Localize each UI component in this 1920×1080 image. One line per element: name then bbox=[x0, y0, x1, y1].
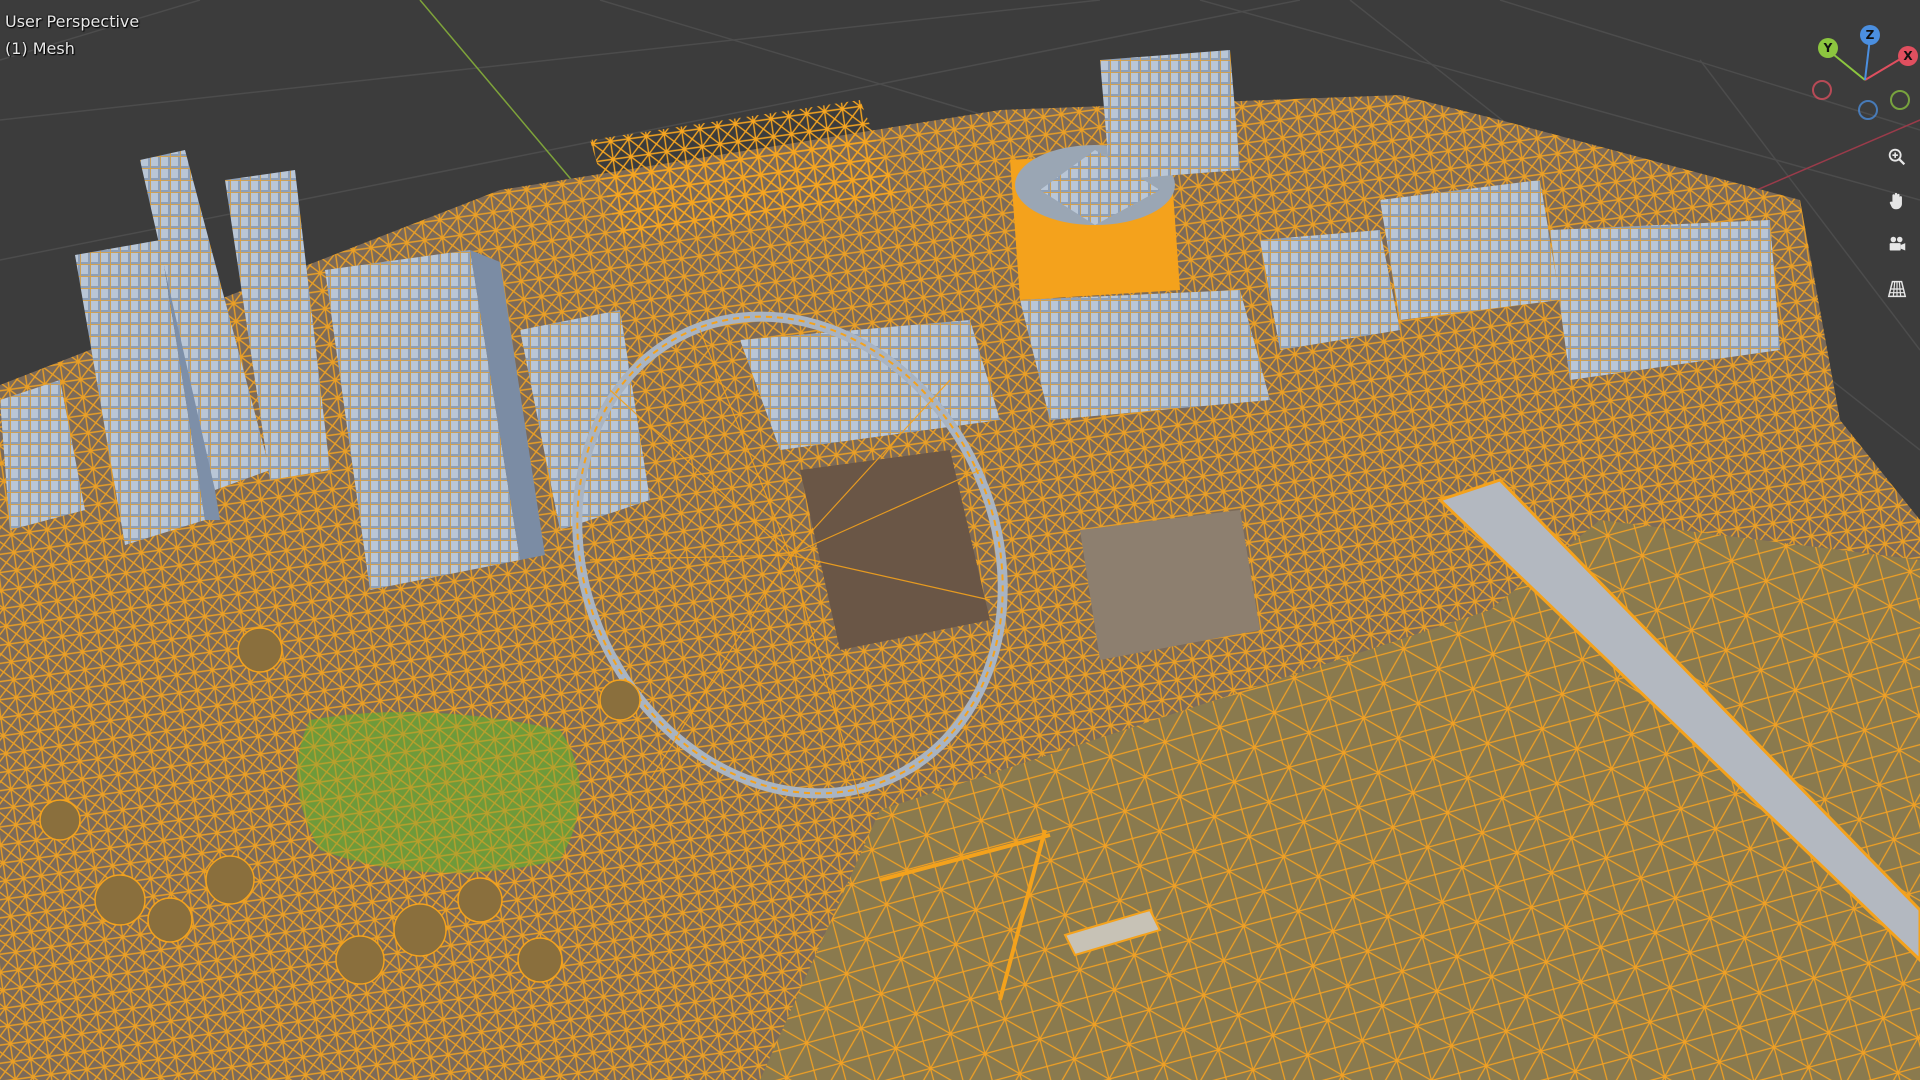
zoom-icon[interactable] bbox=[1882, 142, 1912, 172]
gizmo-neg-y-ball[interactable] bbox=[1890, 90, 1910, 110]
gizmo-x-ball[interactable]: X bbox=[1898, 46, 1918, 66]
view-name-label: User Perspective bbox=[5, 12, 140, 31]
3d-viewport[interactable]: User Perspective (1) Mesh Z Y X bbox=[0, 0, 1920, 1080]
gizmo-y-ball[interactable]: Y bbox=[1818, 38, 1838, 58]
camera-icon[interactable] bbox=[1882, 230, 1912, 260]
ortho-grid-icon[interactable] bbox=[1882, 274, 1912, 304]
scene-canvas[interactable] bbox=[0, 0, 1920, 1080]
gizmo-z-ball[interactable]: Z bbox=[1860, 25, 1880, 45]
gizmo-neg-z-ball[interactable] bbox=[1858, 100, 1878, 120]
navigation-gizmo[interactable]: Z Y X bbox=[1790, 20, 1920, 130]
hand-pan-icon[interactable] bbox=[1882, 186, 1912, 216]
gizmo-neg-x-ball[interactable] bbox=[1812, 80, 1832, 100]
object-name-label: (1) Mesh bbox=[5, 39, 75, 58]
gizmo-lines bbox=[1827, 37, 1908, 81]
y-axis-line bbox=[419, 0, 581, 191]
